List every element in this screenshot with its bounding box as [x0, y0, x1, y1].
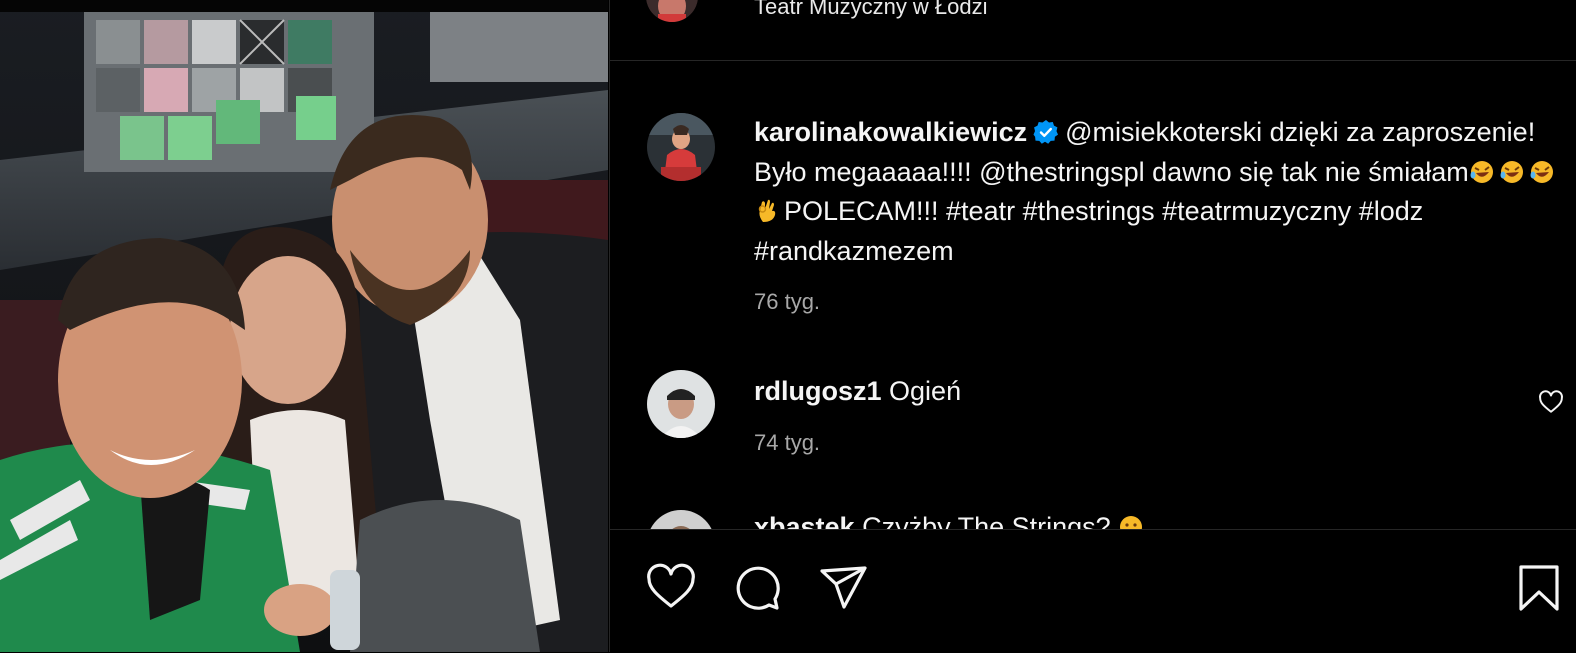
rolling-laughing-emoji-icon [1530, 160, 1553, 183]
commenter-avatar[interactable] [647, 510, 715, 529]
comment-body: xbastek Czyżby The Strings? [754, 512, 1148, 529]
comments-list[interactable]: karolinakowalkiewicz @misiekkoterski dzię… [610, 61, 1576, 529]
post-action-bar [610, 529, 1576, 653]
post-details-panel: Teatr Muzyczny w Łodzi karolinakowalkiew… [609, 0, 1576, 652]
avatar-image [647, 370, 715, 438]
caption-timestamp[interactable]: 76 tyg. [754, 289, 820, 315]
avatar-image [646, 0, 698, 22]
post-location[interactable]: Teatr Muzyczny w Łodzi [754, 0, 988, 20]
like-comment-heart-icon[interactable] [1538, 389, 1564, 415]
share-icon[interactable] [818, 562, 870, 614]
smiling-face-emoji-icon [1120, 516, 1143, 529]
post-caption: karolinakowalkiewicz @misiekkoterski dzię… [754, 113, 1569, 271]
caption-author-avatar[interactable] [647, 113, 715, 181]
rolling-laughing-emoji-icon [1500, 160, 1523, 183]
post-photo[interactable] [0, 0, 608, 652]
comment-username[interactable]: xbastek [754, 512, 855, 529]
comment-text: Czyżby The Strings? [862, 512, 1111, 529]
heart-icon[interactable] [645, 562, 697, 614]
bookmark-icon[interactable] [1513, 562, 1565, 614]
commenter-avatar[interactable] [647, 370, 715, 438]
avatar-image [647, 113, 715, 181]
ok-hand-emoji-icon [758, 199, 776, 222]
caption-text-end: POLECAM!!! #teatr #thestrings #teatrmuzy… [754, 196, 1424, 266]
rolling-laughing-emoji-icon [1470, 160, 1493, 183]
post-header: Teatr Muzyczny w Łodzi [610, 0, 1576, 61]
post-image [0, 0, 608, 652]
caption-username[interactable]: karolinakowalkiewicz [754, 117, 1027, 147]
comment-icon[interactable] [731, 562, 783, 614]
comment-username[interactable]: rdlugosz1 [754, 376, 882, 406]
comment-body: rdlugosz1 Ogień [754, 376, 961, 407]
avatar-image [647, 510, 715, 529]
comment-timestamp[interactable]: 74 tyg. [754, 430, 820, 456]
verified-badge-icon [1033, 120, 1059, 144]
author-avatar[interactable] [646, 0, 698, 22]
comment-text: Ogień [889, 376, 962, 406]
